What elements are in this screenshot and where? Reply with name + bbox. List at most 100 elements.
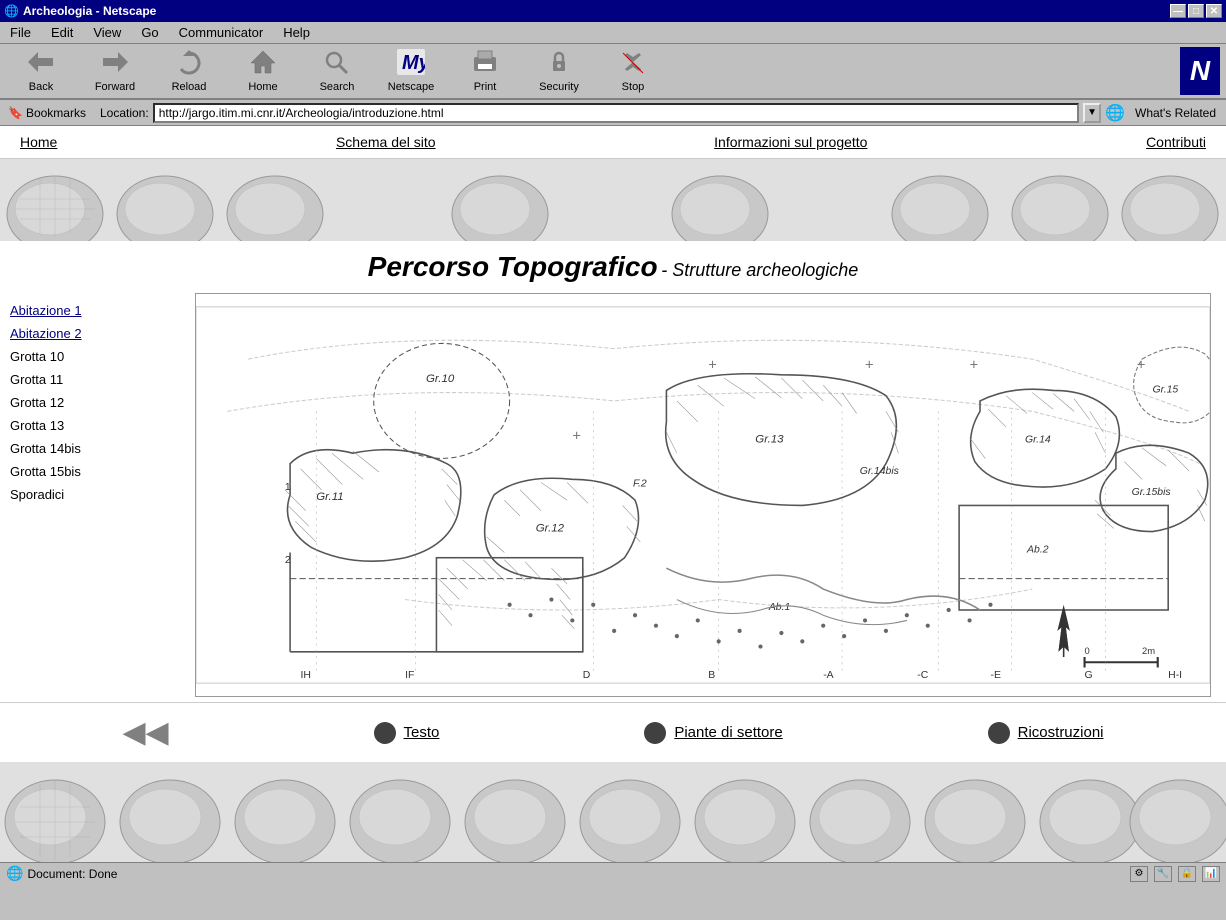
testo-label[interactable]: Testo bbox=[404, 724, 440, 741]
netscape-logo: N bbox=[1180, 47, 1220, 95]
menu-file[interactable]: File bbox=[4, 23, 37, 42]
search-button[interactable]: Search bbox=[302, 47, 372, 95]
svg-text:-C: -C bbox=[917, 670, 928, 681]
status-icon-2: 🔧 bbox=[1154, 866, 1172, 882]
bookmarks-button[interactable]: 🔖 Bookmarks bbox=[4, 105, 90, 121]
ricostruzioni-label[interactable]: Ricostruzioni bbox=[1018, 724, 1104, 741]
close-button[interactable]: ✕ bbox=[1206, 4, 1222, 18]
title-bar: 🌐 Archeologia - Netscape — □ ✕ bbox=[0, 0, 1226, 22]
svg-text:Gr.14bis: Gr.14bis bbox=[860, 466, 899, 477]
svg-text:F.2: F.2 bbox=[633, 479, 647, 490]
svg-text:1: 1 bbox=[285, 482, 291, 493]
status-icon-1: ⚙ bbox=[1130, 866, 1148, 882]
whats-related-button[interactable]: What's Related bbox=[1129, 104, 1222, 122]
sidebar-grotta11: Grotta 11 bbox=[10, 372, 190, 387]
title-bar-left: 🌐 Archeologia - Netscape bbox=[4, 4, 156, 18]
menu-edit[interactable]: Edit bbox=[45, 23, 79, 42]
svg-text:Gr.14: Gr.14 bbox=[1025, 435, 1051, 446]
netscape-icon: My bbox=[397, 49, 425, 79]
sidebar-abitazione2[interactable]: Abitazione 2 bbox=[10, 326, 190, 341]
menu-communicator[interactable]: Communicator bbox=[173, 23, 270, 42]
back-arrow-icon: ◀◀ bbox=[122, 715, 168, 750]
sidebar-grotta14bis: Grotta 14bis bbox=[10, 441, 190, 456]
stones-top bbox=[0, 159, 1226, 241]
svg-text:Gr.15: Gr.15 bbox=[1153, 385, 1179, 396]
nav-schema[interactable]: Schema del sito bbox=[336, 134, 436, 150]
home-icon bbox=[249, 49, 277, 79]
sidebar-map-container: Abitazione 1 Abitazione 2 Grotta 10 Grot… bbox=[0, 288, 1226, 702]
svg-text:2m: 2m bbox=[1142, 645, 1155, 656]
status-icon-3: 🔒 bbox=[1178, 866, 1196, 882]
testo-bullet bbox=[374, 722, 396, 744]
sidebar-grotta15bis: Grotta 15bis bbox=[10, 464, 190, 479]
svg-text:Gr.12: Gr.12 bbox=[536, 523, 565, 535]
sidebar: Abitazione 1 Abitazione 2 Grotta 10 Grot… bbox=[10, 293, 190, 697]
status-text: Document: Done bbox=[27, 867, 117, 881]
security-button[interactable]: Security bbox=[524, 47, 594, 95]
back-icon bbox=[26, 49, 56, 79]
forward-icon bbox=[100, 49, 130, 79]
bookmarks-icon: 🔖 bbox=[8, 106, 23, 120]
svg-text:-A: -A bbox=[823, 670, 833, 681]
svg-text:IF: IF bbox=[405, 670, 414, 681]
ricostruzioni-bullet bbox=[988, 722, 1010, 744]
menu-help[interactable]: Help bbox=[277, 23, 316, 42]
content-area: Home Schema del sito Informazioni sul pr… bbox=[0, 126, 1226, 862]
svg-text:+: + bbox=[708, 358, 717, 374]
white-content: Percorso Topografico - Strutture archeol… bbox=[0, 241, 1226, 762]
nav-links: Home Schema del sito Informazioni sul pr… bbox=[0, 126, 1226, 159]
forward-button[interactable]: Forward bbox=[80, 47, 150, 95]
back-arrow-nav[interactable]: ◀◀ bbox=[122, 715, 168, 750]
nav-home[interactable]: Home bbox=[20, 134, 57, 150]
svg-text:-E: -E bbox=[990, 670, 1000, 681]
svg-text:H-I: H-I bbox=[1168, 670, 1182, 681]
minimize-button[interactable]: — bbox=[1170, 4, 1186, 18]
archaeological-map: Gr.10 bbox=[195, 293, 1211, 697]
sidebar-grotta10: Grotta 10 bbox=[10, 349, 190, 364]
status-left: 🌐 Document: Done bbox=[6, 865, 117, 882]
app-icon: 🌐 bbox=[4, 4, 19, 18]
url-input[interactable] bbox=[153, 103, 1079, 123]
piante-bullet bbox=[644, 722, 666, 744]
svg-text:+: + bbox=[572, 429, 581, 445]
url-dropdown[interactable]: ▼ bbox=[1083, 103, 1101, 123]
bottom-nav: ◀◀ Testo Piante di settore Ricostruzioni bbox=[0, 702, 1226, 762]
map-svg: Gr.10 bbox=[196, 294, 1210, 696]
stop-button[interactable]: Stop bbox=[598, 47, 668, 95]
home-button[interactable]: Home bbox=[228, 47, 298, 95]
search-icon bbox=[323, 49, 351, 79]
sidebar-abitazione1[interactable]: Abitazione 1 bbox=[10, 303, 190, 318]
toolbar: Back Forward Reload Home Search My Netsc… bbox=[0, 44, 1226, 100]
nav-piante[interactable]: Piante di settore bbox=[644, 722, 782, 744]
reload-button[interactable]: Reload bbox=[154, 47, 224, 95]
menu-view[interactable]: View bbox=[87, 23, 127, 42]
piante-label[interactable]: Piante di settore bbox=[674, 724, 782, 741]
back-button[interactable]: Back bbox=[6, 47, 76, 95]
page-title-sub: - Strutture archeologiche bbox=[661, 260, 858, 280]
netscape-button[interactable]: My Netscape bbox=[376, 47, 446, 95]
status-icon-4: 📊 bbox=[1202, 866, 1220, 882]
menu-go[interactable]: Go bbox=[135, 23, 164, 42]
sidebar-grotta13: Grotta 13 bbox=[10, 418, 190, 433]
svg-text:IH: IH bbox=[301, 670, 311, 681]
status-icon: 🌐 bbox=[6, 865, 23, 882]
print-button[interactable]: Print bbox=[450, 47, 520, 95]
nav-informazioni[interactable]: Informazioni sul progetto bbox=[714, 134, 867, 150]
nav-contributi[interactable]: Contributi bbox=[1146, 134, 1206, 150]
bookmarks-label: Bookmarks bbox=[26, 106, 86, 120]
location-label: Location: bbox=[100, 106, 149, 120]
nav-testo[interactable]: Testo bbox=[374, 722, 440, 744]
maximize-button[interactable]: □ bbox=[1188, 4, 1204, 18]
svg-text:B: B bbox=[708, 670, 715, 681]
nav-ricostruzioni[interactable]: Ricostruzioni bbox=[988, 722, 1104, 744]
svg-text:+: + bbox=[1137, 358, 1146, 374]
reload-icon bbox=[175, 49, 203, 79]
stones-bottom-svg bbox=[0, 762, 1226, 862]
svg-text:0: 0 bbox=[1085, 645, 1090, 656]
stop-icon bbox=[619, 49, 647, 79]
page-title-main: Percorso Topografico bbox=[368, 251, 658, 282]
svg-text:Gr.13: Gr.13 bbox=[755, 434, 784, 446]
menu-bar: File Edit View Go Communicator Help bbox=[0, 22, 1226, 44]
svg-text:Gr.15bis: Gr.15bis bbox=[1132, 487, 1171, 498]
location-bar: 🔖 Bookmarks Location: ▼ 🌐 What's Related bbox=[0, 100, 1226, 126]
